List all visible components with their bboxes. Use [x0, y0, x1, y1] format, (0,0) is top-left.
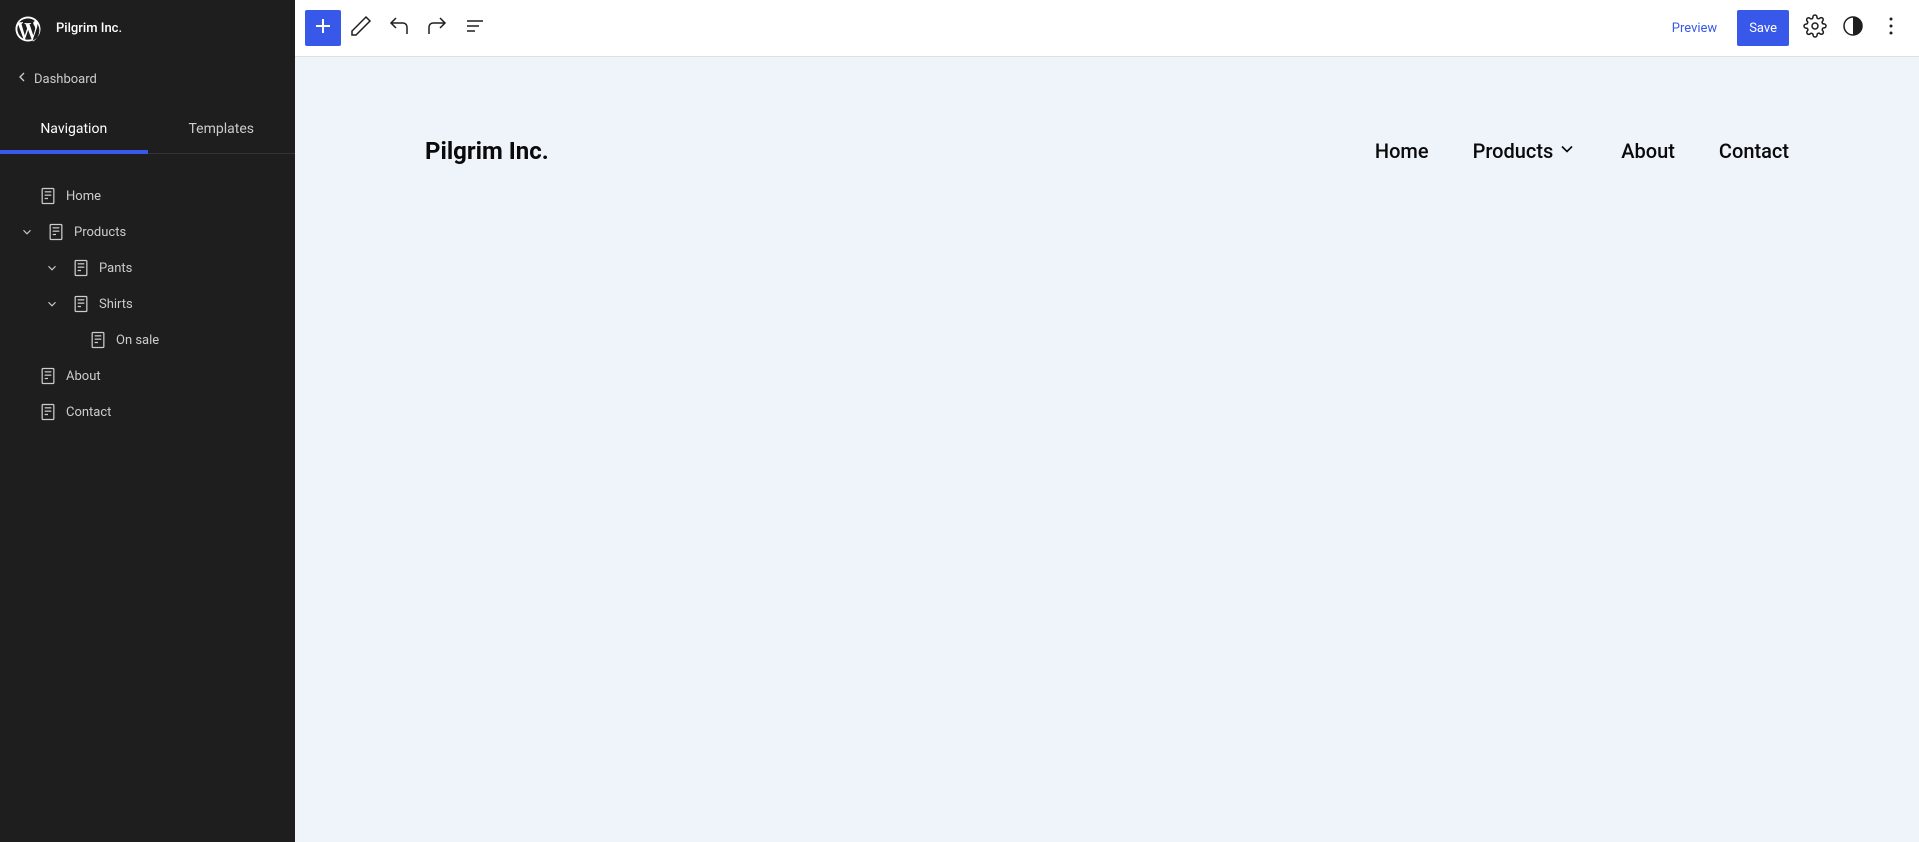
- nav-item-label: Pants: [99, 261, 132, 276]
- nav-item-on-sale[interactable]: On sale: [16, 322, 279, 358]
- half-circle-icon: [1841, 14, 1865, 42]
- nav-link-products[interactable]: Products: [1473, 139, 1578, 164]
- page-icon: [38, 402, 58, 422]
- undo-button[interactable]: [381, 10, 417, 46]
- list-view-icon: [463, 14, 487, 42]
- nav-link-about[interactable]: About: [1621, 139, 1675, 163]
- chevron-down-icon[interactable]: [41, 261, 63, 275]
- site-header-block[interactable]: Pilgrim Inc. Home Products About Contact: [425, 137, 1789, 165]
- redo-icon: [425, 14, 449, 42]
- sidebar: Pilgrim Inc. Dashboard Navigation Templa…: [0, 0, 295, 842]
- navigation-tree: Home Products Pants: [0, 154, 295, 454]
- site-title-block[interactable]: Pilgrim Inc.: [425, 137, 549, 165]
- styles-button[interactable]: [1835, 10, 1871, 46]
- tab-navigation[interactable]: Navigation: [0, 105, 148, 153]
- nav-link-contact[interactable]: Contact: [1719, 139, 1789, 163]
- page-icon: [88, 330, 108, 350]
- nav-item-label: About: [66, 369, 101, 384]
- page-icon: [71, 258, 91, 278]
- sidebar-header: Pilgrim Inc.: [0, 0, 295, 57]
- toolbar-left: [305, 10, 493, 46]
- nav-item-products[interactable]: Products: [16, 214, 279, 250]
- nav-item-label: On sale: [116, 333, 159, 348]
- editor-toolbar: Preview Save: [295, 0, 1919, 57]
- inserter-button[interactable]: [305, 10, 341, 46]
- nav-link-home[interactable]: Home: [1375, 139, 1429, 163]
- back-label: Dashboard: [34, 72, 97, 87]
- nav-item-shirts[interactable]: Shirts: [16, 286, 279, 322]
- tools-button[interactable]: [343, 10, 379, 46]
- preview-button[interactable]: Preview: [1660, 10, 1729, 46]
- document-overview-button[interactable]: [457, 10, 493, 46]
- chevron-down-icon: [1557, 139, 1577, 164]
- nav-item-label: Products: [74, 225, 126, 240]
- chevron-left-icon: [14, 69, 30, 89]
- plus-icon: [311, 14, 335, 42]
- more-vertical-icon: [1879, 14, 1903, 42]
- navigation-block[interactable]: Home Products About Contact: [1375, 139, 1789, 164]
- chevron-down-icon[interactable]: [16, 225, 38, 239]
- site-title: Pilgrim Inc.: [56, 21, 122, 36]
- nav-item-about[interactable]: About: [16, 358, 279, 394]
- undo-icon: [387, 14, 411, 42]
- nav-item-contact[interactable]: Contact: [16, 394, 279, 430]
- redo-button[interactable]: [419, 10, 455, 46]
- editor-canvas[interactable]: Pilgrim Inc. Home Products About Contact: [295, 57, 1919, 842]
- back-to-dashboard[interactable]: Dashboard: [0, 57, 295, 105]
- wordpress-logo-icon[interactable]: [13, 14, 43, 44]
- sidebar-tabs: Navigation Templates: [0, 105, 295, 154]
- settings-button[interactable]: [1797, 10, 1833, 46]
- nav-item-pants[interactable]: Pants: [16, 250, 279, 286]
- editor-main: Preview Save Pilgrim Inc. H: [295, 0, 1919, 842]
- page-icon: [38, 366, 58, 386]
- page-icon: [71, 294, 91, 314]
- page-icon: [46, 222, 66, 242]
- nav-item-label: Shirts: [99, 297, 133, 312]
- save-button[interactable]: Save: [1737, 10, 1789, 46]
- tab-templates[interactable]: Templates: [148, 105, 296, 153]
- nav-item-home[interactable]: Home: [16, 178, 279, 214]
- options-button[interactable]: [1873, 10, 1909, 46]
- nav-item-label: Home: [66, 189, 101, 204]
- pencil-icon: [349, 14, 373, 42]
- nav-link-label: Products: [1473, 139, 1554, 163]
- nav-item-label: Contact: [66, 405, 111, 420]
- toolbar-right: Preview Save: [1660, 10, 1909, 46]
- chevron-down-icon[interactable]: [41, 297, 63, 311]
- page-icon: [38, 186, 58, 206]
- gear-icon: [1803, 14, 1827, 42]
